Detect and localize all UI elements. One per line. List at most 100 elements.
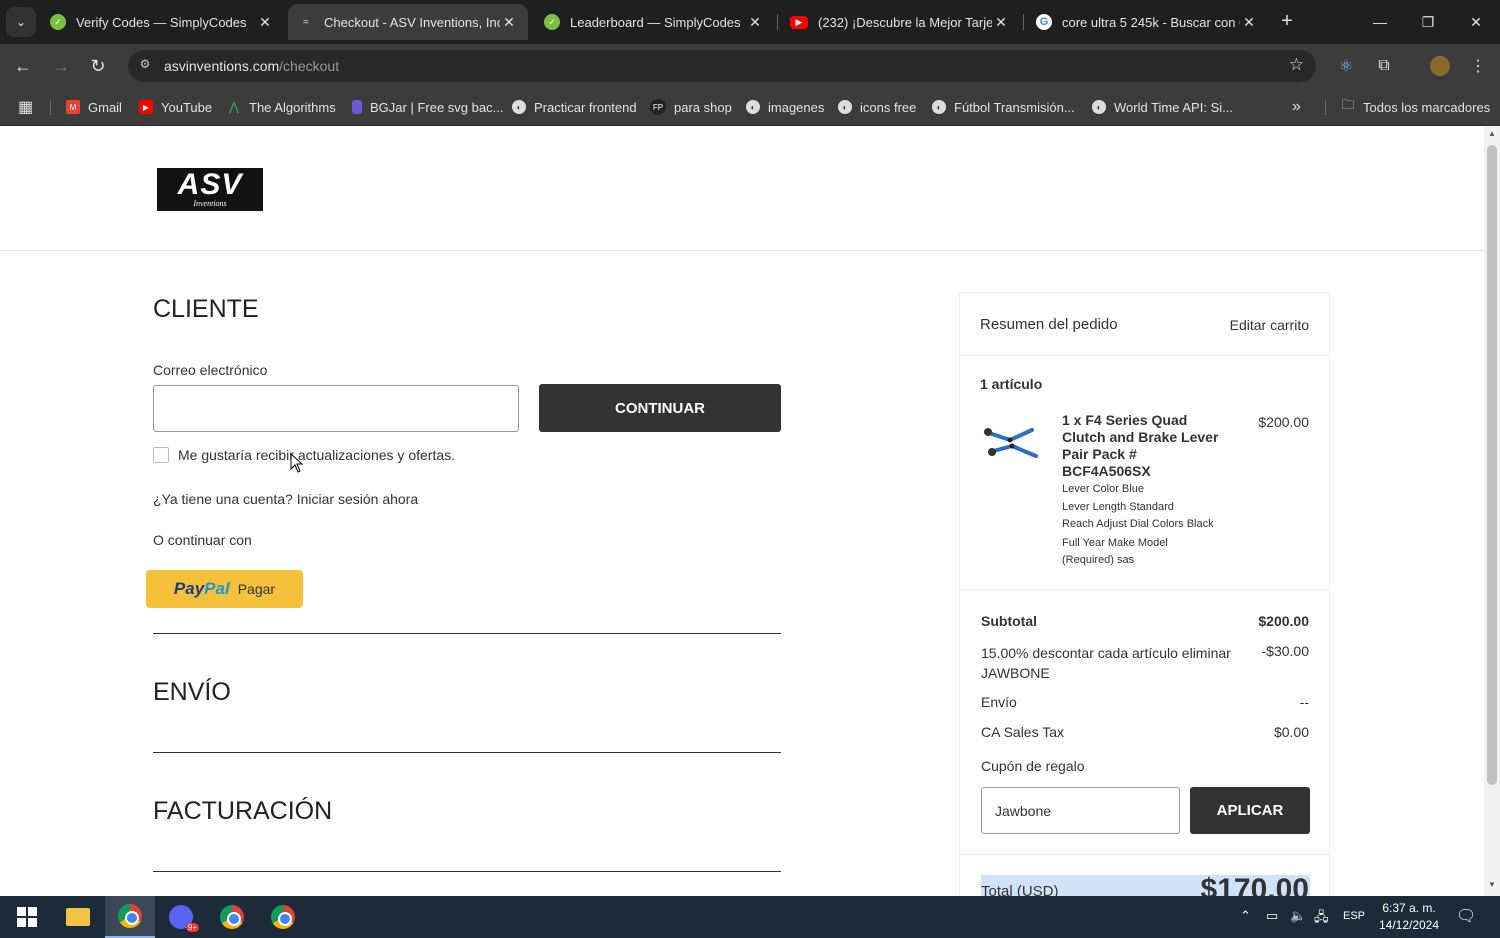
tab-verify-codes[interactable]: ✓ Verify Codes — SimplyCodes ✕ (40, 4, 284, 40)
close-tab-icon[interactable]: ✕ (256, 14, 274, 31)
paypal-logo-pal: Pal (204, 579, 230, 598)
more-bookmarks-icon[interactable]: » (1292, 97, 1301, 117)
bookmark-imagenes[interactable]: ◐ imagenes (746, 97, 824, 117)
email-input[interactable] (153, 385, 519, 432)
bookmark-world-time-api[interactable]: ◐ World Time API: Si... (1092, 97, 1233, 117)
tax-label: CA Sales Tax (981, 724, 1065, 740)
all-bookmarks-folder[interactable]: 🗀 Todos los marcadores (1341, 97, 1490, 117)
asv-logo[interactable]: ASV Inventions (157, 168, 263, 211)
chrome-profile-taskbar-button[interactable] (207, 896, 257, 938)
bookmark-para-shop[interactable]: FP para shop (650, 97, 732, 117)
tab-leaderboard[interactable]: ✓ Leaderboard — SimplyCodes ✕ (534, 4, 774, 40)
mouse-cursor-icon (290, 453, 304, 473)
bookmark-star-icon[interactable]: ☆ (1289, 55, 1304, 75)
customer-section-title: CLIENTE (153, 295, 259, 323)
clock[interactable]: 6:37 a. m. 14/12/2024 (1374, 900, 1444, 934)
paypal-button[interactable]: Pay Pal Pagar (146, 570, 303, 608)
profile-avatar[interactable] (1428, 54, 1452, 78)
chrome-taskbar-button[interactable] (105, 896, 155, 938)
section-divider (153, 633, 781, 634)
close-window-button[interactable]: ✕ (1453, 0, 1499, 44)
extensions-icon[interactable]: ⧉ (1372, 54, 1396, 78)
globe-icon: ◐ (746, 100, 760, 114)
apps-icon[interactable]: ▦ (18, 97, 33, 117)
bookmark-gmail[interactable]: M Gmail (66, 97, 122, 117)
windows-logo-icon (17, 907, 37, 927)
restore-button[interactable]: ❐ (1405, 0, 1451, 44)
volume-icon[interactable]: 🔈 (1290, 908, 1306, 924)
total-label: Total (USD) (981, 883, 1059, 896)
scroll-up-icon[interactable]: ▲ (1484, 129, 1500, 143)
edit-cart-link[interactable]: Editar carrito (1230, 317, 1309, 333)
scrollbar-thumb[interactable] (1487, 145, 1497, 785)
tab-google-search[interactable]: G core ultra 5 245k - Buscar con G ✕ (1026, 4, 1268, 40)
reload-button[interactable]: ↻ (83, 51, 113, 81)
bookmark-divider (50, 99, 51, 115)
new-tab-button[interactable]: + (1274, 8, 1300, 34)
shipping-label: Envío (981, 694, 1017, 710)
windows-taskbar: 9+ ⌃ ▭ 🔈 🖧 ESP 6:37 a. m. 14/12/2024 🗨 (0, 896, 1500, 938)
url-text[interactable]: asvinventions.com/checkout (164, 58, 339, 74)
site-info-icon[interactable]: ⚙ (136, 57, 154, 75)
close-tab-icon[interactable]: ✕ (500, 14, 518, 31)
file-explorer-button[interactable] (53, 896, 103, 938)
gmail-icon: M (66, 100, 80, 114)
paypal-logo-pay: Pay (173, 579, 205, 598)
show-hidden-icons[interactable]: ⌃ (1240, 908, 1251, 924)
page-scrollbar[interactable]: ▲ ▼ (1484, 127, 1500, 896)
shipping-value: -- (1299, 694, 1309, 710)
asv-icon: ≈ (298, 14, 314, 30)
chrome-icon (271, 905, 295, 929)
checkout-page: ASV Inventions CLIENTE Correo electrónic… (0, 127, 1484, 896)
bookmark-youtube[interactable]: ▶ YouTube (139, 97, 212, 117)
bookmark-practicar-frontend[interactable]: ◐ Practicar frontend (512, 97, 637, 117)
close-tab-icon[interactable]: ✕ (1240, 14, 1258, 31)
bookmark-futbol[interactable]: ◐ Fútbol Transmisión... (932, 97, 1075, 117)
tab-checkout[interactable]: ≈ Checkout - ASV Inventions, Inc. ✕ (288, 4, 528, 40)
coupon-label: Cupón de regalo (981, 758, 1085, 774)
battery-icon[interactable]: ▭ (1266, 908, 1278, 924)
folder-icon: 🗀 (1341, 97, 1355, 112)
section-divider (153, 752, 781, 753)
coupon-input[interactable]: Jawbone (981, 787, 1180, 834)
item-name: 1 x F4 Series Quad Clutch and Brake Leve… (1062, 412, 1219, 479)
minimize-button[interactable]: — (1357, 0, 1403, 44)
back-button[interactable]: ← (8, 51, 38, 81)
newsletter-checkbox[interactable] (153, 447, 169, 463)
summary-divider (960, 589, 1329, 590)
tab-youtube[interactable]: ▶ (232) ¡Descubre la Mejor Tarjeta ✕ (780, 4, 1020, 40)
bookmark-bgjar[interactable]: BGJar | Free svg bac... (352, 97, 503, 117)
continue-button[interactable]: CONTINUAR (539, 384, 781, 432)
language-indicator[interactable]: ESP (1343, 910, 1365, 922)
menu-icon[interactable]: ⋮ (1466, 54, 1490, 78)
bookmark-the-algorithms[interactable]: ⋀ The Algorithms (227, 97, 336, 117)
login-link[interactable]: Iniciar sesión ahora (297, 491, 418, 507)
forward-button[interactable]: → (46, 51, 76, 81)
item-count: 1 artículo (980, 376, 1043, 392)
close-tab-icon[interactable]: ✕ (746, 14, 764, 31)
summary-title: Resumen del pedido (980, 316, 1118, 333)
tab-strip: ⌄ ✓ Verify Codes — SimplyCodes ✕ ≈ Check… (0, 0, 1500, 44)
billing-section-title[interactable]: FACTURACIÓN (153, 797, 332, 826)
bookmark-icons-free[interactable]: ◐ icons free (838, 97, 916, 117)
notifications-icon[interactable]: 🗨 (1456, 906, 1476, 926)
network-icon[interactable]: 🖧 (1314, 908, 1329, 930)
discord-icon: 9+ (169, 905, 199, 932)
bookmarks-bar: ▦ M Gmail ▶ YouTube ⋀ The Algorithms BGJar … (0, 88, 1500, 126)
close-tab-icon[interactable]: ✕ (992, 14, 1010, 31)
shipping-section-title[interactable]: ENVÍO (153, 678, 231, 707)
folder-icon (66, 908, 90, 926)
item-option: Lever Color Blue (1062, 483, 1144, 495)
subtotal-value: $200.00 (1258, 613, 1309, 629)
order-summary: Resumen del pedido Editar carrito 1 artí… (959, 292, 1330, 896)
address-bar[interactable]: ⚙ asvinventions.com/checkout ☆ (128, 50, 1316, 82)
discord-taskbar-button[interactable]: 9+ (156, 896, 206, 938)
tab-search-button[interactable]: ⌄ (6, 7, 36, 37)
scroll-down-icon[interactable]: ▼ (1484, 880, 1500, 894)
apply-coupon-button[interactable]: APLICAR (1190, 787, 1310, 834)
start-button[interactable] (2, 896, 52, 938)
tax-value: $0.00 (1273, 724, 1309, 740)
react-devtools-icon[interactable]: ⚛ (1334, 54, 1358, 78)
globe-icon: ◐ (1092, 100, 1106, 114)
chrome-profile-taskbar-button[interactable] (258, 896, 308, 938)
